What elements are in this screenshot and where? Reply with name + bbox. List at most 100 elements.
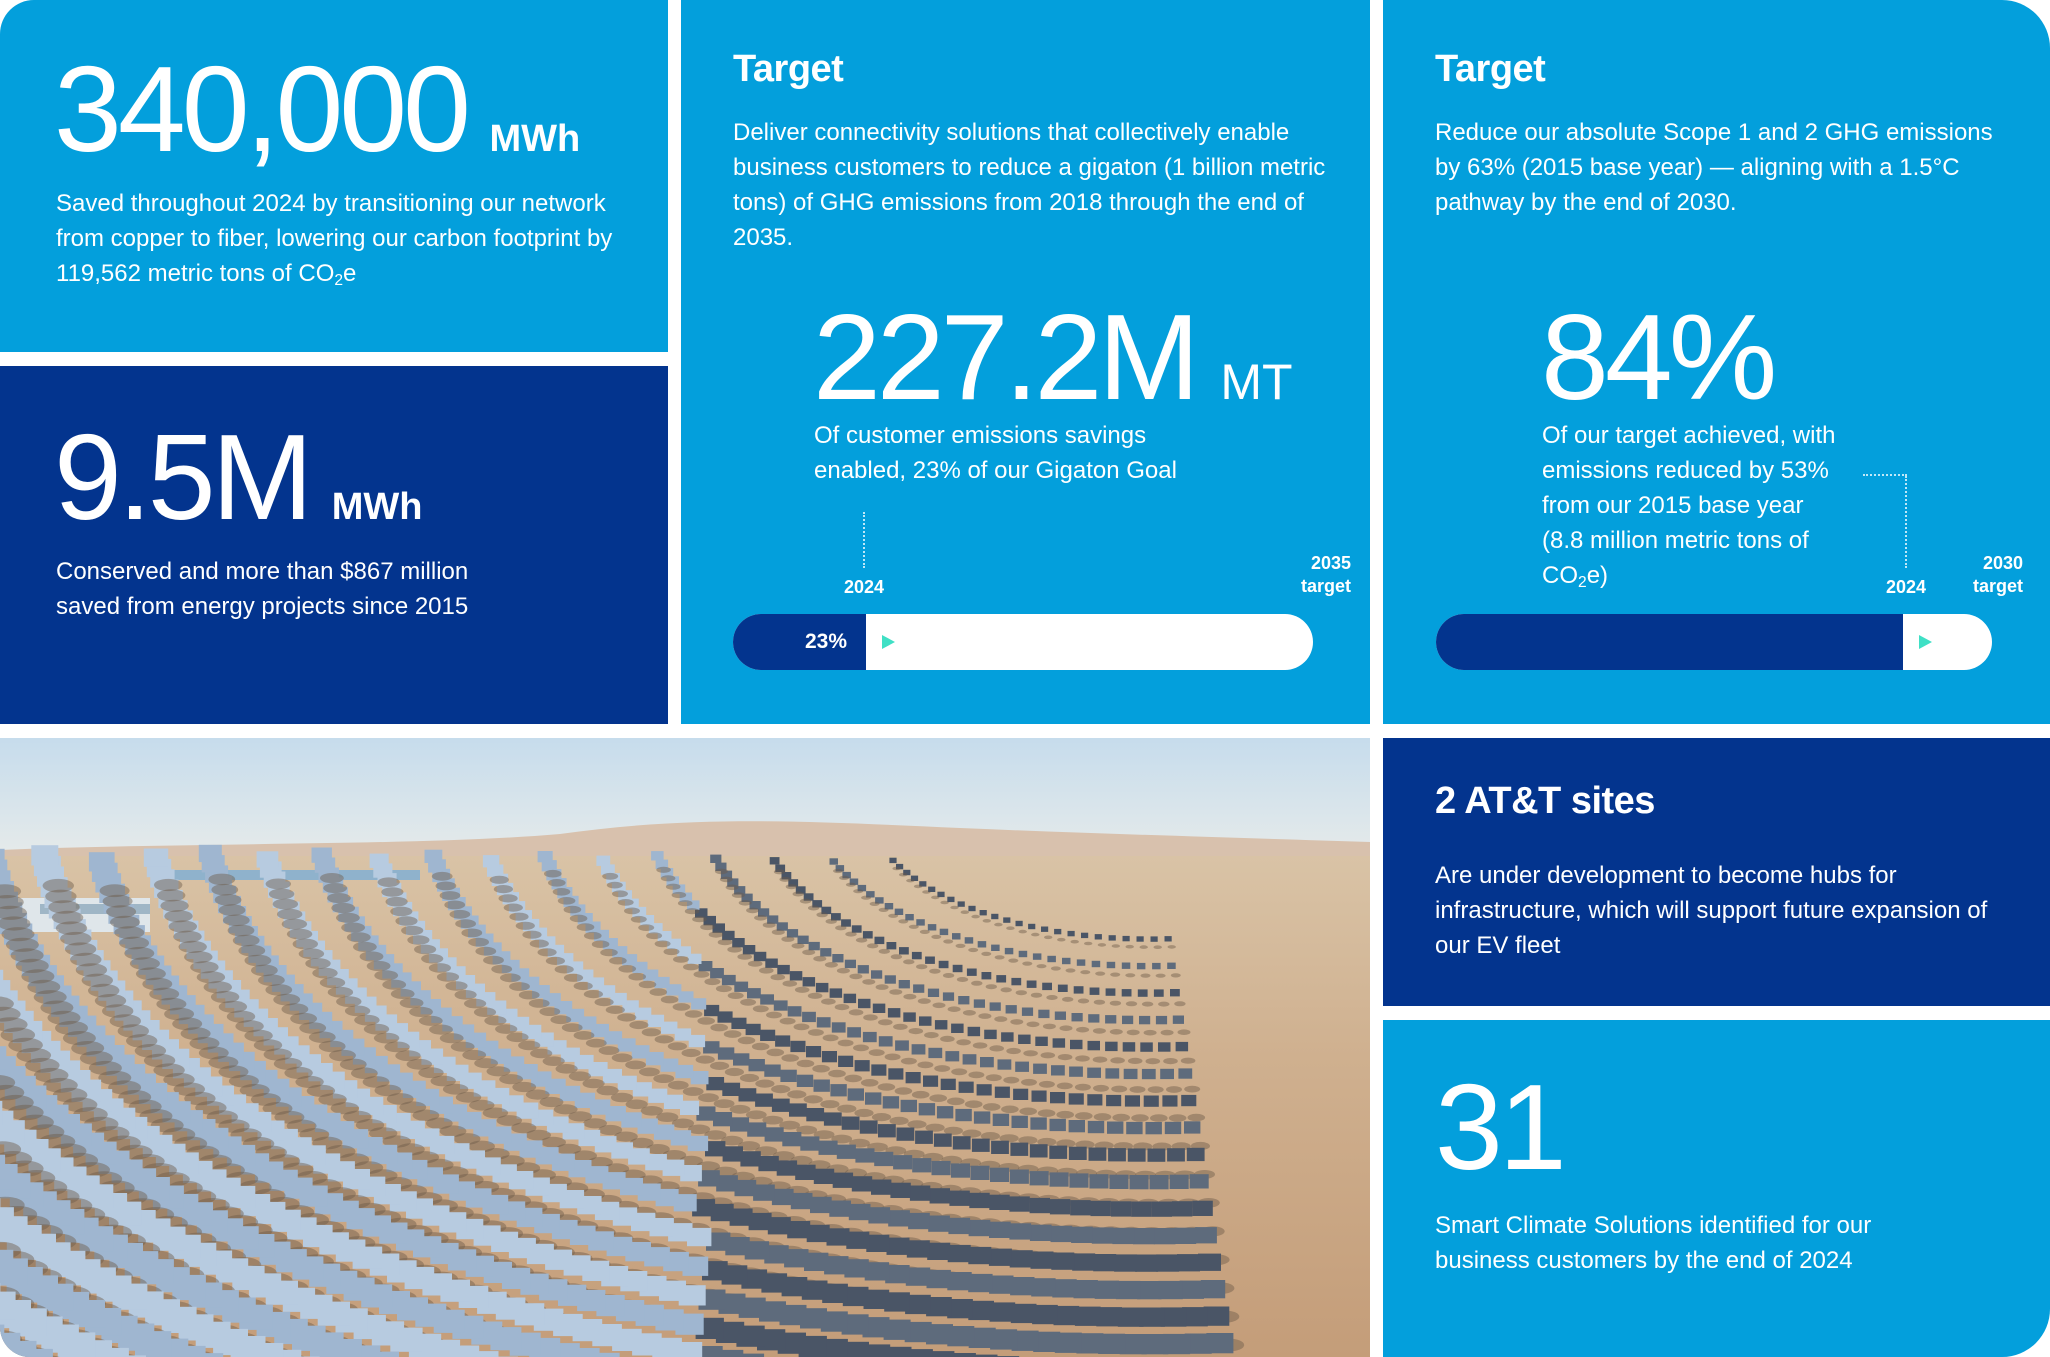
heliostat-shadow: [1093, 1113, 1112, 1121]
heliostat-mirror: [1145, 1122, 1162, 1135]
gigaton-progress-arrow-icon: [882, 635, 895, 649]
solar-field-image: [0, 738, 1370, 1357]
heliostat-mirror: [942, 992, 955, 1001]
heliostat-mirror: [1121, 962, 1131, 969]
heliostat-shadow: [173, 930, 202, 943]
heliostat-shadow: [1145, 1058, 1161, 1065]
heliostat-shadow: [964, 1100, 983, 1108]
energy-projects-card: 9.5M MWh Conserved and more than $867 mi…: [0, 366, 668, 724]
heliostat-shadow: [1037, 1109, 1056, 1117]
heliostat-mirror: [777, 964, 790, 975]
heliostat-mirror: [874, 1151, 894, 1167]
heliostat-shadow: [714, 868, 728, 875]
heliostat-shadow: [1062, 996, 1074, 1002]
heliostat-shadow: [618, 965, 637, 973]
heliostat-shadow: [746, 907, 760, 914]
heliostat-mirror: [1179, 1280, 1204, 1299]
heliostat-shadow: [407, 935, 430, 945]
heliostat-mirror: [802, 977, 816, 987]
heliostat-mirror: [1050, 1092, 1066, 1104]
heliostat-shadow: [544, 869, 562, 878]
heliostat-mirror: [710, 854, 722, 863]
heliostat-shadow: [878, 1019, 893, 1026]
heliostat-shadow: [956, 977, 969, 982]
heliostat-shadow: [820, 1100, 840, 1109]
heliostat-shadow: [227, 924, 255, 937]
fiber-savings-card: 340,000 MWh Saved throughout 2024 by tra…: [0, 0, 668, 352]
heliostat-mirror: [596, 855, 611, 866]
heliostat-mirror: [1030, 1117, 1047, 1130]
heliostat-shadow: [906, 878, 915, 883]
heliostat-mirror: [790, 1040, 806, 1053]
heliostat-shadow: [791, 943, 805, 949]
heliostat-mirror: [854, 1060, 870, 1072]
heliostat-shadow: [265, 878, 291, 890]
heliostat-mirror: [988, 1248, 1012, 1266]
heliostat-shadow: [894, 1087, 913, 1095]
heliostat-mirror: [1087, 1067, 1101, 1078]
scope-progress-bar: [1436, 614, 1992, 670]
heliostat-shadow: [889, 1116, 909, 1125]
heliostat-mirror: [927, 988, 940, 997]
heliostat-shadow: [837, 1104, 857, 1113]
heliostat-mirror: [1049, 1199, 1071, 1215]
heliostat-mirror: [919, 1016, 932, 1026]
heliostat-mirror: [0, 1324, 5, 1354]
heliostat-shadow: [454, 990, 477, 1000]
heliostat-shadow: [366, 960, 391, 972]
heliostat-shadow: [673, 956, 689, 963]
heliostat-shadow: [305, 958, 331, 969]
heliostat-shadow: [1003, 1076, 1020, 1084]
heliostat-shadow: [782, 980, 798, 987]
heliostat-mirror: [973, 1111, 991, 1124]
heliostat-shadow: [917, 1061, 934, 1069]
heliostat-shadow: [1155, 973, 1166, 978]
heliostat-mirror: [733, 1053, 750, 1066]
heliostat-shadow: [1160, 1029, 1174, 1036]
heliostat-mirror: [1189, 1174, 1209, 1189]
heliostat-shadow: [99, 884, 130, 898]
heliostat-shadow: [693, 971, 710, 978]
heliostat-shadow: [414, 944, 437, 955]
heliostat-shadow: [835, 925, 847, 931]
heliostat-mirror: [971, 1138, 990, 1152]
heliostat-mirror: [838, 1055, 854, 1067]
energy-projects-value: 9.5M: [54, 409, 313, 545]
heliostat-mirror: [722, 1082, 741, 1096]
heliostat-shadow: [1147, 1086, 1164, 1093]
heliostat-shadow: [625, 1060, 646, 1070]
heliostat-mirror: [1089, 1174, 1109, 1189]
heliostat-shadow: [629, 1020, 649, 1030]
fiber-savings-co2-subscript: 2: [334, 271, 344, 289]
heliostat-mirror: [1172, 1015, 1184, 1024]
heliostat-mirror: [738, 1088, 757, 1102]
heliostat-mirror: [1167, 1148, 1185, 1162]
heliostat-mirror: [1010, 1142, 1029, 1156]
heliostat-shadow: [331, 902, 356, 914]
heliostat-shadow: [771, 1085, 791, 1094]
heliostat-shadow: [277, 908, 303, 920]
heliostat-shadow: [353, 941, 377, 952]
heliostat-mirror: [952, 964, 963, 973]
heliostat-shadow: [418, 1015, 443, 1026]
heliostat-mirror: [851, 925, 862, 933]
heliostat-mirror: [950, 1163, 970, 1178]
heliostat-shadow: [154, 878, 183, 892]
heliostat-shadow: [1036, 964, 1047, 969]
heliostat-mirror: [1121, 989, 1132, 997]
heliostat-mirror: [773, 1000, 788, 1011]
heliostat-mirror: [482, 855, 500, 868]
heliostat-mirror: [703, 1041, 720, 1054]
heliostat-shadow: [436, 972, 460, 982]
heliostat-mirror: [990, 1167, 1010, 1182]
heliostat-mirror: [1081, 932, 1089, 939]
heliostat-mirror: [1062, 957, 1071, 965]
heliostat-shadow: [218, 904, 246, 916]
heliostat-shadow: [710, 1023, 728, 1032]
heliostat-mirror: [1069, 1066, 1083, 1077]
scope-achieved-figure: 84%: [1541, 296, 1777, 418]
heliostat-mirror: [1003, 917, 1011, 923]
heliostat-mirror: [713, 1112, 733, 1127]
heliostat-mirror: [1143, 1095, 1159, 1107]
heliostat-shadow: [327, 986, 354, 998]
